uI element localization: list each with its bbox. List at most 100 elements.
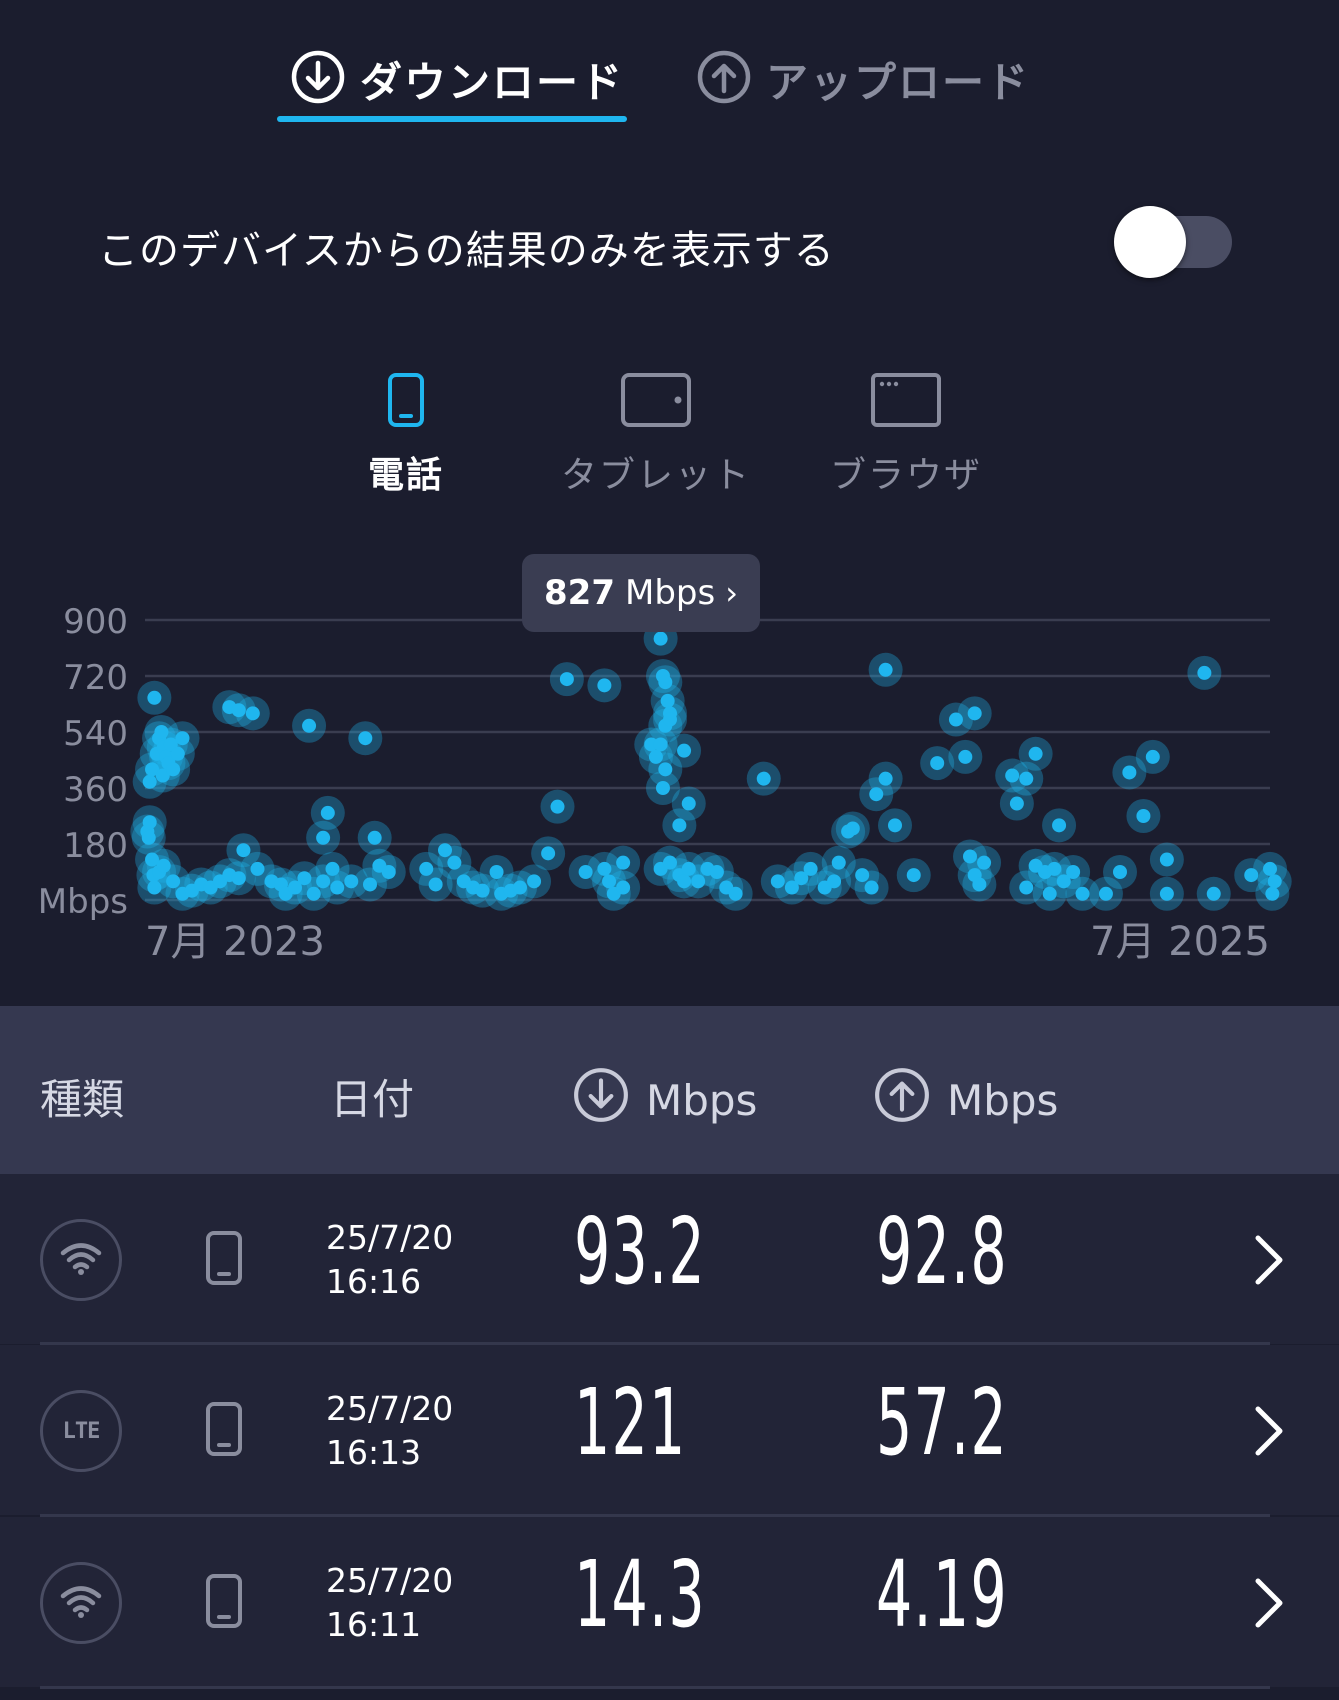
chart-point xyxy=(316,874,331,889)
col-date-header[interactable]: 日付 xyxy=(330,1066,414,1127)
chart-point xyxy=(475,883,490,898)
chart-point xyxy=(1244,868,1259,883)
chart-point xyxy=(681,796,696,811)
chart-point xyxy=(489,865,504,879)
this-device-only-toggle[interactable] xyxy=(1114,206,1232,278)
col-type-header[interactable]: 種類 xyxy=(40,1066,124,1127)
result-time: 16:11 xyxy=(326,1605,422,1644)
chart-y-tick-label: 900 xyxy=(63,602,128,642)
col-type-label: 種類 xyxy=(40,1075,125,1124)
result-row[interactable]: LTE 25/7/20 16:13 121 57.2 xyxy=(0,1345,1339,1515)
chart-point xyxy=(1197,665,1212,680)
chart-point xyxy=(845,821,860,836)
chart-x-tick-label: 7月 2025 xyxy=(1090,919,1270,965)
row-divider xyxy=(40,1686,1270,1689)
chevron-right-icon[interactable] xyxy=(1252,1403,1286,1463)
chart-point xyxy=(550,799,565,814)
chart-point xyxy=(166,874,181,889)
chart-point xyxy=(1047,861,1062,876)
chart-y-tick-label: 360 xyxy=(63,770,128,810)
chart-point xyxy=(1113,865,1127,879)
result-datetime: 25/7/20 16:16 xyxy=(326,1216,453,1304)
result-date: 25/7/20 xyxy=(326,1561,454,1600)
chart-x-tick-label: 7月 2023 xyxy=(145,919,325,965)
chart-point xyxy=(447,855,462,870)
connection-type-badge xyxy=(40,1219,122,1301)
download-arrow-icon xyxy=(290,49,346,109)
connection-type-badge xyxy=(40,1562,122,1644)
chart-point xyxy=(513,880,527,895)
chevron-right-icon[interactable] xyxy=(1252,1575,1286,1635)
result-upload: 92.8 xyxy=(876,1198,1008,1305)
chart-point xyxy=(930,756,945,771)
device-tab-phone[interactable]: 電話 xyxy=(306,372,506,498)
chart-point xyxy=(250,861,265,876)
tab-download[interactable]: ダウンロード xyxy=(290,44,624,114)
chart-point xyxy=(306,886,321,901)
chart-y-axis-label: Mbps xyxy=(38,882,128,922)
chart-point xyxy=(967,706,982,721)
chart-point xyxy=(325,861,340,876)
chart-point xyxy=(1136,809,1151,823)
chart-point xyxy=(803,861,818,876)
connection-type-badge: LTE xyxy=(40,1390,122,1472)
device-tab-browser-label: ブラウザ xyxy=(829,455,982,496)
chart-point xyxy=(147,690,162,705)
chart-point xyxy=(156,858,171,873)
result-upload: 4.19 xyxy=(876,1541,1008,1648)
result-row[interactable]: 25/7/20 16:11 14.3 4.19 xyxy=(0,1517,1339,1687)
tablet-icon xyxy=(620,373,692,432)
chart-point xyxy=(297,871,312,886)
result-datetime: 25/7/20 16:13 xyxy=(326,1387,453,1475)
chart-point xyxy=(559,672,574,687)
this-device-only-label: このデバイスからの結果のみを表示する xyxy=(98,228,835,274)
lte-icon: LTE xyxy=(62,1418,101,1444)
chart-point xyxy=(175,731,190,746)
chart-point xyxy=(648,749,663,764)
chart-point xyxy=(541,846,556,861)
device-tab-tablet[interactable]: タブレット xyxy=(556,372,756,498)
chart-point xyxy=(1265,886,1280,901)
col-download-header[interactable]: Mbps xyxy=(572,1066,757,1134)
chart-point xyxy=(1267,874,1282,889)
chart-point xyxy=(358,731,373,746)
chart-point xyxy=(878,771,893,786)
chart-point xyxy=(827,874,842,889)
chart-point xyxy=(597,678,612,693)
tab-upload[interactable]: アップロード xyxy=(696,44,1030,114)
chart-point xyxy=(948,712,963,727)
chart-point xyxy=(231,703,246,718)
chart-tooltip[interactable]: 827 Mbps › xyxy=(522,554,760,632)
chart-point xyxy=(655,781,670,795)
chart-point xyxy=(663,855,677,870)
chart-point xyxy=(154,725,169,739)
chart-point xyxy=(728,886,743,901)
col-upload-unit: Mbps xyxy=(947,1075,1059,1125)
chart-point xyxy=(888,818,902,833)
toggle-knob xyxy=(1114,206,1186,278)
chart-point xyxy=(302,718,317,733)
chart-point xyxy=(864,880,879,895)
chart-point xyxy=(1005,768,1020,783)
results-table-header: 種類 日付 Mbps Mbps xyxy=(0,1006,1339,1174)
device-tab-browser[interactable]: ブラウザ xyxy=(806,372,1006,498)
col-upload-header[interactable]: Mbps xyxy=(873,1066,1058,1134)
browser-icon xyxy=(870,373,942,432)
chart-point xyxy=(677,874,692,889)
result-datetime: 25/7/20 16:11 xyxy=(326,1559,453,1647)
chart-point xyxy=(1122,765,1137,780)
chart-point xyxy=(658,762,673,777)
result-row[interactable]: 25/7/20 16:16 93.2 92.8 xyxy=(0,1174,1339,1344)
chart-y-tick-label: 720 xyxy=(63,658,128,698)
result-date: 25/7/20 xyxy=(326,1389,454,1428)
chart-point xyxy=(1066,865,1081,879)
device-tab-phone-label: 電話 xyxy=(367,455,444,496)
chart-point xyxy=(166,762,181,777)
chart-point xyxy=(972,877,987,892)
chart-point xyxy=(653,737,668,752)
chevron-right-icon[interactable] xyxy=(1252,1232,1286,1292)
chart-y-tick-label: 180 xyxy=(63,826,128,866)
chart-point xyxy=(245,706,260,721)
chart-point xyxy=(367,830,382,845)
download-arrow-icon xyxy=(572,1066,630,1134)
